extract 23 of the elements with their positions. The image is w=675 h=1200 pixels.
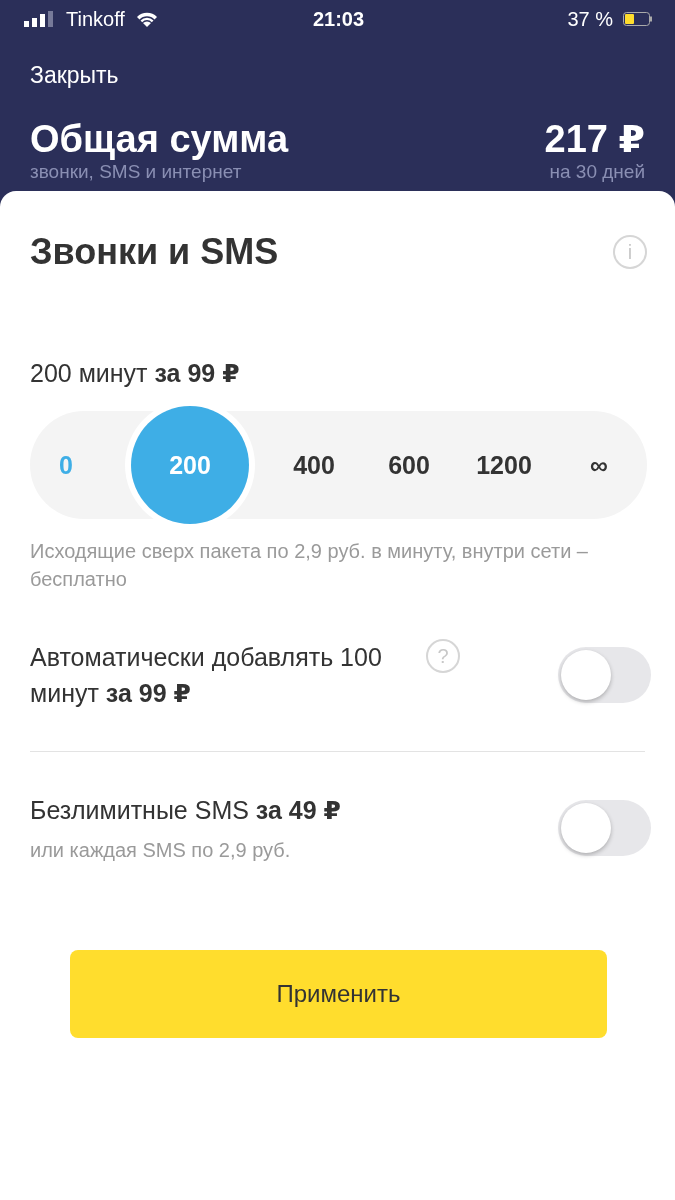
package-label: 200 минут за 99 ₽ [30, 358, 241, 389]
minutes-option[interactable]: ∞ [569, 450, 629, 480]
minutes-option[interactable]: 600 [379, 450, 439, 480]
section-title: Звонки и SMS [30, 231, 279, 273]
clock-time: 21:03 [312, 7, 365, 31]
battery-percent: 37 % [567, 7, 613, 31]
toggle-switch[interactable] [558, 647, 651, 703]
period-text: на 30 дней [549, 161, 645, 183]
toggle-switch[interactable] [558, 800, 651, 856]
option-note: или каждая SMS по 2,9 руб. [30, 838, 292, 863]
battery-icon [623, 12, 653, 26]
total-amount: 217 ₽ [544, 117, 645, 161]
minutes-option[interactable]: 400 [284, 450, 344, 480]
total-title: Общая сумма [30, 117, 289, 161]
minutes-option[interactable]: 1200 [474, 450, 534, 480]
signal-icon [24, 11, 56, 27]
option-label: Автоматически добавлять 100 минут за 99 ₽ [30, 642, 383, 709]
carrier-name: Tinkoff [66, 7, 125, 31]
package-note: Исходящие сверх пакета по 2,9 руб. в минуту, внутри сети – бесплатно [30, 539, 589, 592]
option-label: Безлимитные SMS за 49 ₽ [30, 795, 341, 826]
close-link[interactable]: Закрыть [30, 62, 119, 89]
total-subtitle: звонки, SMS и интернет [30, 161, 242, 183]
apply-button[interactable]: Применить [70, 950, 607, 1038]
